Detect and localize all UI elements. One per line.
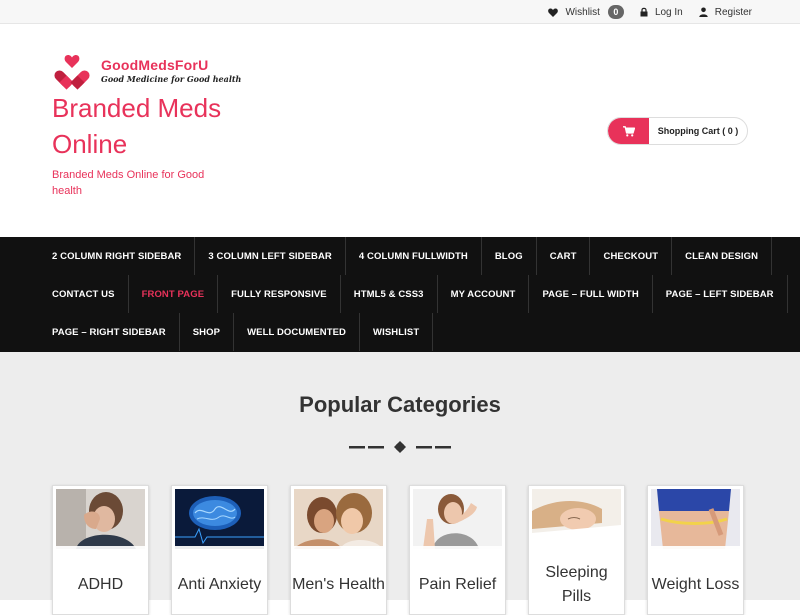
nav-item-blog[interactable]: BLOG — [482, 237, 537, 275]
main-navigation: 2 COLUMN RIGHT SIDEBAR 3 COLUMN LEFT SID… — [0, 237, 800, 352]
category-cards: ADHD Anti Anxiety Men's Health Pain Reli… — [52, 485, 766, 615]
nav-row: 2 COLUMN RIGHT SIDEBAR 3 COLUMN LEFT SID… — [0, 237, 800, 275]
shopping-cart-icon — [622, 125, 635, 136]
top-bar: Wishlist 0 Log In Register — [0, 0, 800, 24]
nav-item-my-account[interactable]: MY ACCOUNT — [438, 275, 530, 313]
brain-scan-image — [175, 489, 264, 549]
site-header: GoodMedsForU Good Medicine for Good heal… — [0, 24, 800, 237]
cart-label: Shopping Cart ( 0 ) — [657, 126, 739, 136]
lock-icon — [640, 7, 648, 17]
nav-item-contact-us[interactable]: CONTACT US — [0, 275, 129, 313]
category-label: Anti Anxiety — [172, 546, 267, 614]
wishlist-link[interactable]: Wishlist 0 — [548, 5, 624, 19]
couple-image — [294, 489, 383, 549]
user-icon — [699, 7, 708, 17]
sleeping-woman-image — [532, 489, 621, 549]
nav-item-checkout[interactable]: CHECKOUT — [590, 237, 673, 275]
cart-icon-box — [608, 118, 649, 144]
nav-item-well-documented[interactable]: WELL DOCUMENTED — [234, 313, 361, 351]
category-card-sleeping-pills[interactable]: Sleeping Pills — [528, 485, 625, 615]
category-card-adhd[interactable]: ADHD — [52, 485, 149, 615]
nav-item-page-right-sidebar[interactable]: PAGE – RIGHT SIDEBAR — [0, 313, 180, 351]
nav-item-html5-css3[interactable]: HTML5 & CSS3 — [341, 275, 438, 313]
nav-item-shop[interactable]: SHOP — [180, 313, 235, 351]
nav-item-cart[interactable]: CART — [537, 237, 591, 275]
logo-tagline: Good Medicine for Good health — [101, 74, 242, 84]
category-card-anti-anxiety[interactable]: Anti Anxiety — [171, 485, 268, 615]
nav-item-clean-design[interactable]: CLEAN DESIGN — [672, 237, 773, 275]
category-label: Pain Relief — [410, 546, 505, 614]
nav-item-wishlist[interactable]: WISHLIST — [360, 313, 434, 351]
person-holding-head-image — [56, 489, 145, 549]
nav-item-3-column-left-sidebar[interactable]: 3 COLUMN LEFT SIDEBAR — [195, 237, 346, 275]
top-links: Wishlist 0 Log In Register — [532, 0, 752, 24]
category-card-mens-health[interactable]: Men's Health — [290, 485, 387, 615]
category-card-weight-loss[interactable]: Weight Loss — [647, 485, 744, 615]
category-label: Sleeping Pills — [529, 546, 624, 614]
nav-item-2-column-right-sidebar[interactable]: 2 COLUMN RIGHT SIDEBAR — [0, 237, 196, 275]
register-label: Register — [714, 6, 752, 18]
nav-item-front-page[interactable]: FRONT PAGE — [129, 275, 219, 313]
site-description: Branded Meds Online for Good health — [52, 169, 205, 197]
register-link[interactable]: Register — [699, 7, 752, 18]
category-label: Weight Loss — [648, 546, 743, 614]
shopping-cart-button[interactable]: Shopping Cart ( 0 ) — [607, 117, 748, 145]
nav-item-fully-responsive[interactable]: FULLY RESPONSIVE — [218, 275, 341, 313]
neck-pain-image — [413, 489, 502, 549]
category-label: Men's Health — [291, 546, 386, 614]
nav-row: CONTACT US FRONT PAGE FULLY RESPONSIVE H… — [0, 275, 800, 313]
site-title[interactable]: Branded Meds Online — [52, 90, 252, 162]
nav-item-4-column-fullwidth[interactable]: 4 COLUMN FULLWIDTH — [346, 237, 482, 275]
nav-item-page-full-width[interactable]: PAGE – FULL WIDTH — [529, 275, 653, 313]
logo-brand-text: GoodMedsForU — [101, 57, 209, 73]
category-label: ADHD — [53, 546, 148, 614]
heart-icon — [548, 8, 559, 17]
site-logo[interactable]: GoodMedsForU Good Medicine for Good heal… — [52, 54, 241, 90]
nav-row: PAGE – RIGHT SIDEBAR SHOP WELL DOCUMENTE… — [0, 313, 800, 351]
waist-measure-image — [651, 489, 740, 549]
category-card-pain-relief[interactable]: Pain Relief — [409, 485, 506, 615]
pills-heart-logo-icon — [54, 55, 90, 90]
wishlist-label: Wishlist — [565, 6, 600, 18]
section-title: Popular Categories — [299, 392, 501, 417]
wishlist-count-badge: 0 — [607, 5, 624, 19]
nav-item-page-left-sidebar[interactable]: PAGE – LEFT SIDEBAR — [653, 275, 788, 313]
popular-categories-section: Popular Categories ADHD Anti Anxiety Men… — [0, 352, 800, 615]
login-link[interactable]: Log In — [640, 7, 683, 18]
ornament-divider-icon — [349, 441, 451, 453]
login-label: Log In — [654, 6, 683, 18]
